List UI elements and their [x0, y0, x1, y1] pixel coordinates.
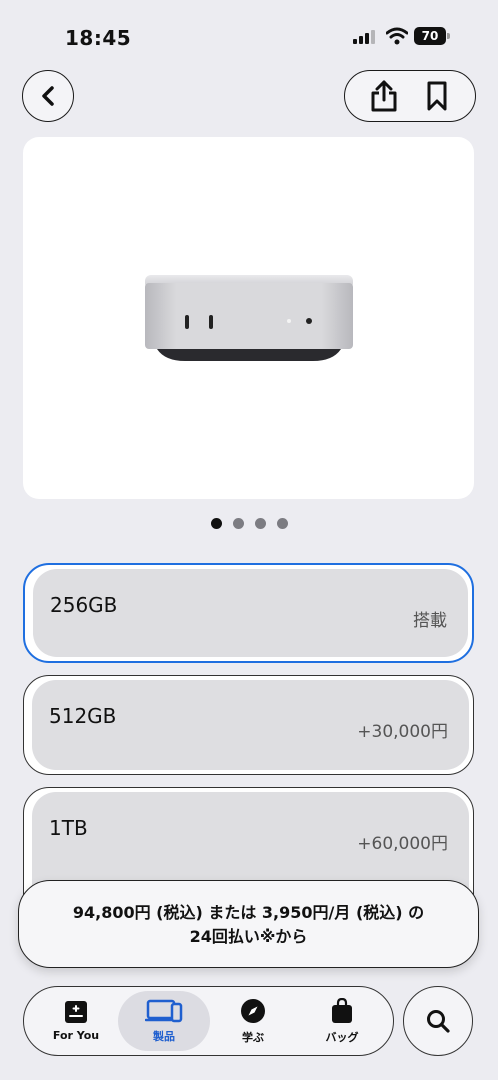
- option-price: +60,000円: [357, 834, 448, 854]
- price-summary-line1: 94,800円 (税込) または 3,950円/月 (税込) の: [72, 903, 425, 922]
- page-dot[interactable]: [254, 518, 266, 529]
- search-icon: [427, 1010, 450, 1033]
- page-dot[interactable]: [232, 518, 244, 529]
- price-summary-line2: 24回払い※から: [189, 927, 308, 946]
- option-price: +30,000円: [357, 722, 448, 742]
- status-bar: 18:45 70: [0, 0, 498, 70]
- tab-label: For You: [52, 1029, 100, 1042]
- tab-label: 製品: [153, 1029, 175, 1043]
- tab-label: 学ぶ: [242, 1030, 264, 1044]
- bag-icon: [332, 997, 352, 1023]
- cellular-signal-icon: [353, 30, 379, 44]
- storage-option-512gb[interactable]: 512GB +30,000円: [23, 675, 474, 775]
- bookmark-icon: [427, 81, 446, 111]
- tab-for-you[interactable]: For You: [30, 991, 122, 1051]
- bookmark-button[interactable]: [417, 76, 457, 116]
- back-button[interactable]: [22, 70, 74, 122]
- option-price: 搭載: [413, 611, 447, 631]
- compass-icon: [241, 998, 265, 1023]
- for-you-icon: [65, 1001, 87, 1023]
- wifi-icon: [385, 27, 409, 45]
- tab-products[interactable]: 製品: [118, 991, 210, 1051]
- page-dot[interactable]: [276, 518, 288, 529]
- products-icon: [145, 999, 183, 1022]
- tab-bar: For You 製品 学ぶ バッグ: [23, 986, 394, 1056]
- battery-level: 70: [414, 27, 446, 45]
- storage-option-256gb[interactable]: 256GB 搭載: [23, 563, 474, 663]
- product-image-card[interactable]: [23, 137, 474, 499]
- status-time: 18:45: [65, 26, 132, 50]
- tab-learn[interactable]: 学ぶ: [207, 991, 299, 1051]
- share-icon: [371, 80, 396, 112]
- option-name: 512GB: [49, 704, 117, 728]
- option-name: 256GB: [50, 593, 118, 617]
- page-dot[interactable]: [210, 518, 222, 529]
- carousel-pagination[interactable]: [0, 518, 498, 529]
- share-button[interactable]: [364, 76, 404, 116]
- tab-label: バッグ: [325, 1030, 359, 1044]
- option-name: 1TB: [49, 816, 88, 840]
- action-pill: [344, 70, 476, 122]
- battery-icon: 70: [414, 27, 450, 45]
- price-summary-bar[interactable]: 94,800円 (税込) または 3,950円/月 (税込) の 24回払い※か…: [18, 880, 479, 968]
- tab-bag[interactable]: バッグ: [296, 991, 388, 1051]
- product-image: [145, 275, 353, 361]
- search-button[interactable]: [403, 986, 473, 1056]
- chevron-left-icon: [42, 86, 54, 106]
